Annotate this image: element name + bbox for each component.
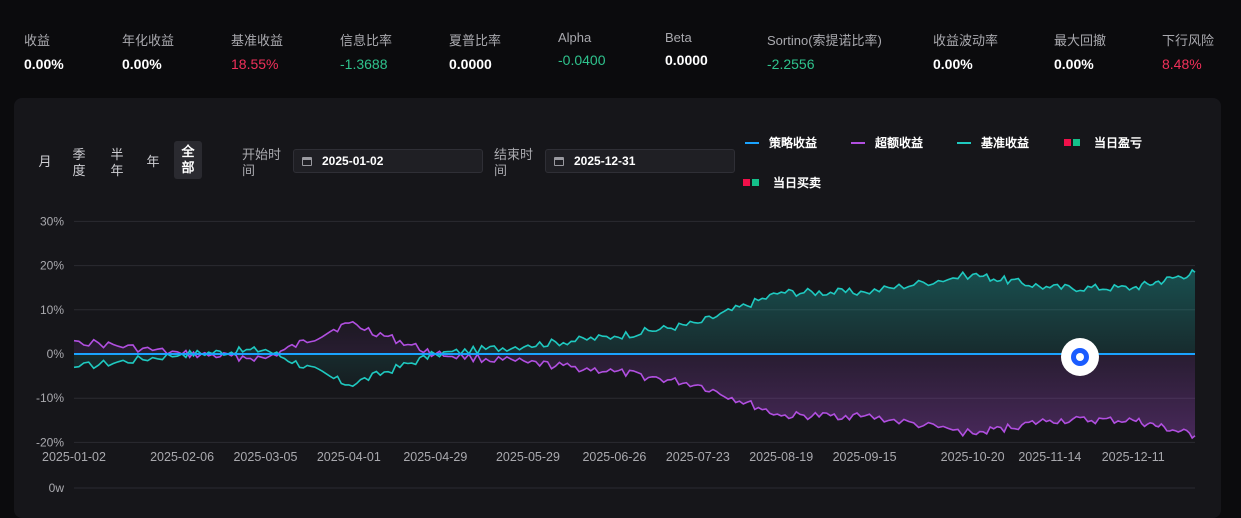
x-tick-label: 2025-06-26 xyxy=(582,450,646,464)
x-tick-label: 2025-09-15 xyxy=(833,450,897,464)
chart-series xyxy=(73,268,1196,440)
y-tick-label: -20% xyxy=(36,435,64,449)
x-tick-label: 2025-03-05 xyxy=(233,450,297,464)
x-tick-label: 2025-12-11 xyxy=(1102,450,1165,464)
x-tick-label: 2025-07-23 xyxy=(666,450,730,464)
y-tick-label: 20% xyxy=(40,259,64,273)
returns-chart: 30% 20% 10% 0% -10% -20% 0w 2025-01-02 2025-02-… xyxy=(36,214,1196,495)
x-tick-label: 2025-11-14 xyxy=(1018,450,1081,464)
x-tick-label: 2025-04-29 xyxy=(403,450,467,464)
y-tick-label: -10% xyxy=(36,391,64,405)
assistant-button[interactable] xyxy=(1061,338,1099,376)
y-tick-label: 10% xyxy=(40,303,64,317)
y-tick-label: 0% xyxy=(47,347,65,361)
x-tick-label: 2025-08-19 xyxy=(749,450,813,464)
assistant-icon xyxy=(1071,348,1089,366)
x-tick-label: 2025-05-29 xyxy=(496,450,560,464)
volume-tick-label: 0w xyxy=(49,481,65,495)
x-tick-label: 2025-02-06 xyxy=(150,450,214,464)
x-tick-label: 2025-01-02 xyxy=(42,450,106,464)
x-axis-labels: 2025-01-02 2025-02-06 2025-03-05 2025-04-01… xyxy=(42,450,1165,464)
y-tick-label: 30% xyxy=(40,214,64,228)
x-tick-label: 2025-04-01 xyxy=(317,450,381,464)
x-tick-label: 2025-10-20 xyxy=(941,450,1005,464)
